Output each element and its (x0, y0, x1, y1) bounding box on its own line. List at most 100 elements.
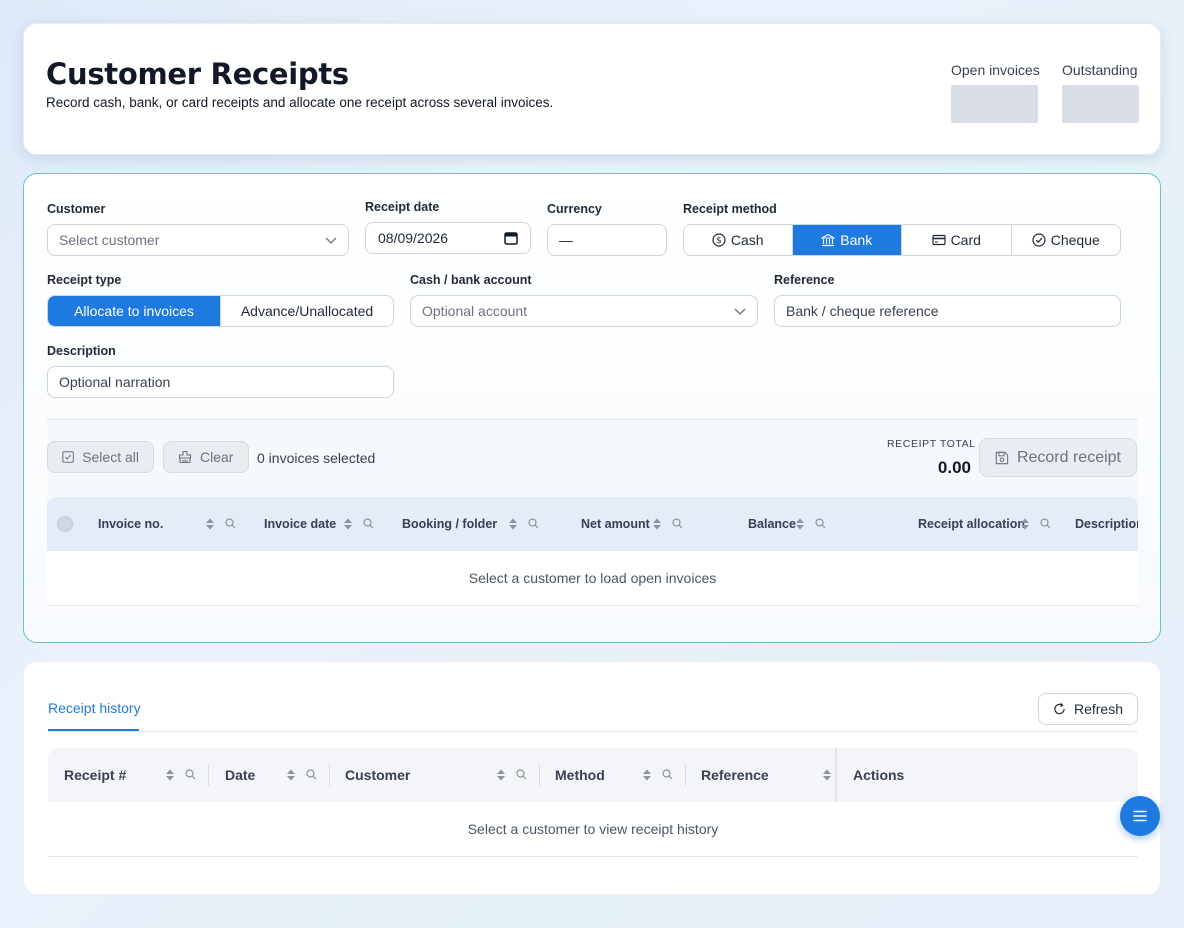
selected-count: 0 invoices selected (257, 450, 376, 466)
menu-icon (1133, 810, 1147, 822)
col-net-amount[interactable]: Net amount (581, 497, 650, 551)
sort-icon[interactable] (496, 768, 506, 782)
sort-icon[interactable] (822, 768, 832, 782)
refresh-label: Refresh (1073, 701, 1123, 717)
receipt-method-toggle: $ Cash Bank Card Cheque (683, 224, 1121, 256)
receipt-form-card: Customer Select customer Receipt date 08… (23, 173, 1161, 643)
col-date[interactable]: Date (225, 748, 255, 802)
chevron-down-icon (734, 308, 746, 315)
type-advance-button[interactable]: Advance/Unallocated (221, 296, 393, 326)
method-cheque-button[interactable]: Cheque (1012, 225, 1121, 255)
tab-active-indicator (48, 729, 139, 731)
select-all-button[interactable]: Select all (47, 441, 154, 473)
col-invoice-no[interactable]: Invoice no. (98, 497, 163, 551)
refresh-button[interactable]: Refresh (1038, 693, 1138, 725)
receipt-history-card: Receipt history Refresh Receipt # Date C… (23, 661, 1161, 895)
stat-outstanding-label: Outstanding (1062, 62, 1138, 78)
col-customer[interactable]: Customer (345, 748, 410, 802)
search-icon[interactable] (306, 769, 317, 780)
customer-select-placeholder: Select customer (59, 232, 160, 248)
col-balance[interactable]: Balance (748, 497, 796, 551)
select-all-label: Select all (82, 449, 139, 465)
sort-icon[interactable] (1020, 517, 1030, 531)
column-divider[interactable] (539, 764, 540, 786)
description-placeholder: Optional narration (59, 374, 171, 390)
col-receipt-no[interactable]: Receipt # (64, 748, 126, 802)
search-icon[interactable] (1040, 518, 1051, 529)
search-icon[interactable] (516, 769, 527, 780)
column-divider[interactable] (329, 764, 330, 786)
search-icon[interactable] (528, 518, 539, 529)
receipt-date-input[interactable]: 08/09/2026 (365, 222, 531, 254)
method-card-button[interactable]: Card (902, 225, 1012, 255)
column-divider[interactable] (685, 764, 686, 786)
record-receipt-button[interactable]: Record receipt (979, 438, 1137, 477)
customer-select[interactable]: Select customer (47, 224, 349, 256)
search-icon[interactable] (672, 518, 683, 529)
stat-outstanding: Outstanding (1062, 62, 1139, 123)
col-invoice-no-label: Invoice no. (98, 517, 164, 531)
credit-card-icon (931, 234, 946, 246)
sort-icon[interactable] (508, 517, 518, 531)
column-divider[interactable] (208, 764, 209, 786)
sort-icon[interactable] (205, 517, 215, 531)
column-divider[interactable] (835, 748, 837, 802)
type-allocate-button[interactable]: Allocate to invoices (48, 296, 221, 326)
method-bank-label: Bank (840, 232, 873, 248)
col-method[interactable]: Method (555, 748, 605, 802)
invoice-table-header: Invoice no. Invoice date Booking / folde… (47, 497, 1138, 551)
method-cash-button[interactable]: $ Cash (684, 225, 793, 255)
sort-icon[interactable] (343, 517, 353, 531)
col-reference[interactable]: Reference (701, 748, 769, 802)
search-icon[interactable] (225, 518, 236, 529)
chevron-down-icon (325, 237, 337, 244)
reference-input[interactable]: Bank / cheque reference (774, 295, 1121, 327)
col-invoice-date[interactable]: Invoice date (264, 497, 336, 551)
method-card-label: Card (950, 232, 981, 248)
col-description[interactable]: Description (1075, 497, 1138, 551)
stat-open-invoices: Open invoices (951, 62, 1040, 123)
col-booking-folder[interactable]: Booking / folder (402, 497, 497, 551)
description-label: Description (47, 344, 116, 358)
search-icon[interactable] (363, 518, 374, 529)
col-date-label: Date (225, 767, 256, 783)
col-actions-label: Actions (853, 767, 905, 783)
method-cash-label: Cash (730, 232, 764, 248)
sort-icon[interactable] (286, 768, 296, 782)
search-icon[interactable] (662, 769, 673, 780)
account-select[interactable]: Optional account (410, 295, 758, 327)
refresh-icon (1054, 702, 1065, 715)
col-description-label: Description (1075, 517, 1138, 531)
col-booking-folder-label: Booking / folder (402, 517, 498, 531)
stat-open-invoices-value (951, 85, 1038, 123)
clear-icon (178, 450, 192, 464)
receipt-date-label: Receipt date (365, 200, 440, 214)
clear-label: Clear (200, 449, 234, 465)
sort-icon[interactable] (642, 768, 652, 782)
header-select-checkbox[interactable] (57, 516, 73, 532)
reference-placeholder: Bank / cheque reference (786, 303, 939, 319)
search-icon[interactable] (185, 769, 196, 780)
sort-icon[interactable] (795, 517, 805, 531)
sort-icon[interactable] (165, 768, 175, 782)
type-advance-label: Advance/Unallocated (240, 303, 374, 319)
search-icon[interactable] (815, 518, 826, 529)
save-icon (995, 451, 1009, 464)
reference-label: Reference (774, 273, 835, 287)
col-customer-label: Customer (345, 767, 411, 783)
tab-receipt-history[interactable]: Receipt history (48, 700, 141, 716)
method-bank-button[interactable]: Bank (792, 225, 902, 255)
check-circle-icon (1032, 233, 1046, 247)
description-input[interactable]: Optional narration (47, 366, 394, 398)
invoice-table-empty-text: Select a customer to load open invoices (468, 570, 717, 586)
calendar-icon[interactable] (504, 231, 518, 245)
menu-fab-button[interactable] (1120, 796, 1160, 836)
stat-outstanding-value (1062, 85, 1139, 123)
col-receipt-allocation[interactable]: Receipt allocation (918, 497, 1025, 551)
col-receipt-no-label: Receipt # (64, 767, 127, 783)
currency-field[interactable]: — (547, 224, 667, 256)
customer-label: Customer (47, 202, 106, 216)
account-select-placeholder: Optional account (422, 303, 528, 319)
sort-icon[interactable] (652, 517, 662, 531)
clear-button[interactable]: Clear (163, 441, 249, 473)
